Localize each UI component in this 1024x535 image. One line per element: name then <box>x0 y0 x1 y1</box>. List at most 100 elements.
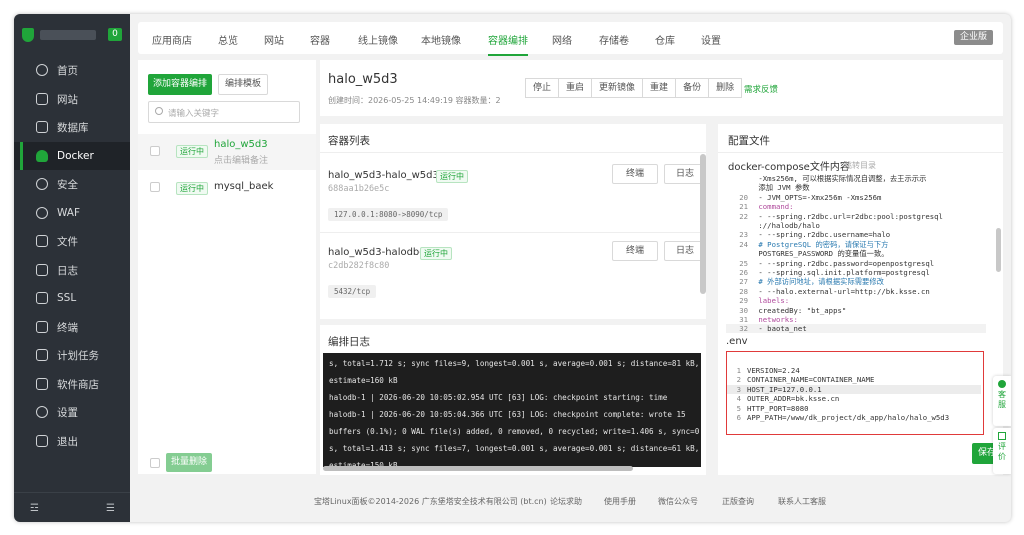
log-icon <box>36 264 48 276</box>
env-file-label: .env <box>726 336 748 347</box>
collapse-icon[interactable]: ☲ <box>30 503 39 514</box>
customer-service-button[interactable]: 客服 <box>993 376 1011 426</box>
footer-link-support[interactable]: 联系人工客服 <box>778 496 826 507</box>
line-text: - --spring.r2dbc.username=halo <box>754 230 891 240</box>
tab-2[interactable]: 网站 <box>264 32 284 47</box>
project-checkbox[interactable] <box>150 182 160 192</box>
sidebar-item-globe[interactable]: 网站 <box>14 85 130 113</box>
project-title: halo_w5d3 <box>328 72 398 87</box>
database-icon <box>36 121 48 133</box>
top-nav: 应用商店 总览 网站 容器 线上镜像 本地镜像 容器编排 网络 存储卷 仓库 设置 企业版 <box>138 22 1003 56</box>
scrollbar[interactable] <box>700 154 706 294</box>
editor-line: 23 - --spring.r2dbc.username=halo <box>726 230 890 239</box>
container-name[interactable]: halo_w5d3-halodb-1 <box>328 247 429 258</box>
batch-delete-button[interactable]: 批量删除 <box>166 453 212 472</box>
template-button[interactable]: 编排模板 <box>218 74 268 95</box>
log-terminal[interactable]: s, total=1.712 s; sync files=9, longest=… <box>323 353 701 467</box>
ssl-icon <box>36 292 48 304</box>
notification-badge[interactable]: 0 <box>108 28 122 41</box>
feedback-link[interactable]: 需求反馈 <box>744 83 778 95</box>
sidebar-item-apps[interactable]: 软件商店 <box>14 370 130 398</box>
footer-link-manual[interactable]: 使用手册 <box>604 496 636 507</box>
project-name[interactable]: mysql_baek <box>214 181 273 192</box>
tab-0[interactable]: 应用商店 <box>152 32 192 47</box>
action-button-0[interactable]: 停止 <box>525 78 560 98</box>
action-button-5[interactable]: 删除 <box>708 78 743 98</box>
terminal-button[interactable]: 终端 <box>612 241 658 261</box>
calendar-icon <box>36 349 48 361</box>
sidebar-item-database[interactable]: 数据库 <box>14 113 130 141</box>
terminal-button[interactable]: 终端 <box>612 164 658 184</box>
tab-7[interactable]: 网络 <box>552 32 572 47</box>
line-number: 27 <box>739 277 748 287</box>
tab-3[interactable]: 容器 <box>310 32 330 47</box>
log-line: s, total=1.712 s; sync files=9, longest=… <box>329 359 700 368</box>
action-button-1[interactable]: 重启 <box>558 78 593 98</box>
sidebar-item-folder[interactable]: 文件 <box>14 227 130 255</box>
env-editor[interactable]: 1 VERSION=2.24 2 CONTAINER_NAME=CONTAINER_N… <box>727 366 981 426</box>
line-text: createdBy: "bt_apps" <box>754 305 847 315</box>
project-name[interactable]: halo_w5d3 <box>214 139 268 150</box>
sidebar: 0 首页网站 数据库 Docker 安全 WAF 文件 日志 SSL 终端 计划任务 软件商店 设置退… <box>14 14 130 522</box>
compose-log-title: 编排日志 <box>328 336 370 348</box>
sidebar-item-waf[interactable]: WAF <box>14 199 130 227</box>
app-window: 0 首页 网站 数据库 Docker 安全 WAF 文件 日志 SSL 终端 计划任务 软件商店 设置退… <box>14 14 1011 522</box>
footer-link-forum[interactable]: 论坛求助 <box>550 496 582 507</box>
menu-icon[interactable]: ☰ <box>106 503 115 514</box>
tab-4[interactable]: 线上镜像 <box>358 32 398 47</box>
status-badge: 运行中 <box>176 182 208 195</box>
action-button-group: 停止 重启 更新镜像 重建 备份 删除 <box>525 78 743 98</box>
sidebar-item-log[interactable]: 日志 <box>14 256 130 284</box>
sidebar-item-gear[interactable]: 设置 <box>14 398 130 426</box>
sidebar-item-terminal[interactable]: 终端 <box>14 313 130 341</box>
editor-scrollbar[interactable] <box>996 228 1001 272</box>
tab-1[interactable]: 总览 <box>218 32 238 47</box>
container-name[interactable]: halo_w5d3-halo_w5d3-1 <box>328 170 449 181</box>
line-number: 24 <box>739 239 748 249</box>
review-button[interactable]: 评价 <box>993 428 1011 474</box>
tab-10[interactable]: 设置 <box>701 32 721 47</box>
line-text: # PostgreSQL 的密码，请保证与下方 <box>754 239 889 249</box>
enterprise-badge[interactable]: 企业版 <box>953 30 993 45</box>
select-all-checkbox[interactable] <box>150 458 160 468</box>
project-item[interactable]: 运行中 halo_w5d3 点击编辑备注 <box>138 134 316 170</box>
line-text: OUTER_ADDR=bk.ksse.cn <box>747 394 840 404</box>
log-horizontal-scrollbar[interactable] <box>323 466 633 471</box>
sidebar-item-docker[interactable]: Docker <box>14 142 130 170</box>
sidebar-item-ssl[interactable]: SSL <box>14 284 130 312</box>
sidebar-item-calendar[interactable]: 计划任务 <box>14 341 130 369</box>
server-name-redacted <box>40 30 96 40</box>
editor-line: 26 - --spring.sql.init.platform=postgres… <box>726 268 930 277</box>
project-item[interactable]: 运行中 mysql_baek <box>138 174 316 202</box>
container-id: c2db282f8c80 <box>328 261 390 271</box>
tab-6[interactable]: 容器编排 <box>488 32 528 56</box>
tab-8[interactable]: 存储卷 <box>599 32 629 47</box>
log-label: 日志 <box>675 169 694 179</box>
line-number: 28 <box>739 286 748 296</box>
tab-5[interactable]: 本地镜像 <box>421 32 461 47</box>
sidebar-item-home[interactable]: 首页 <box>14 56 130 84</box>
line-number: 32 <box>739 324 748 334</box>
env-highlight-box: 1 VERSION=2.24 2 CONTAINER_NAME=CONTAINER_N… <box>726 351 984 435</box>
project-note[interactable]: 点击编辑备注 <box>214 153 268 166</box>
project-checkbox[interactable] <box>150 146 160 156</box>
sidebar-item-label: 首页 <box>57 64 78 77</box>
jump-dir-link[interactable]: 跳转目录 <box>844 160 876 171</box>
container-list-panel: 容器列表 halo_w5d3-halo_w5d3-1 运行中 688aa1b26e5… <box>320 124 706 319</box>
sidebar-item-shield[interactable]: 安全 <box>14 170 130 198</box>
add-compose-button[interactable]: 添加容器编排 <box>148 74 212 95</box>
footer-link-license[interactable]: 正版查询 <box>722 496 754 507</box>
sidebar-item-label: 退出 <box>57 435 78 448</box>
action-button-4[interactable]: 备份 <box>675 78 710 98</box>
footer-link-wechat[interactable]: 微信公众号 <box>658 496 698 507</box>
action-button-3[interactable]: 重建 <box>642 78 677 98</box>
action-button-2[interactable]: 更新镜像 <box>591 78 644 98</box>
search-input[interactable]: 请输入关键字 <box>148 101 300 123</box>
env-line: 3 HOST_IP=127.0.0.1 <box>727 384 981 394</box>
editor-line: ://halodb/halo <box>726 221 820 230</box>
compose-editor[interactable]: -Xms256m, 可以根据实际情况自调整，去王示示示 添加 JVM 参数 20 … <box>726 174 996 334</box>
sidebar-item-logout[interactable]: 退出 <box>14 427 130 455</box>
line-text: ://halodb/halo <box>754 221 820 230</box>
tab-9[interactable]: 仓库 <box>655 32 675 47</box>
line-text: VERSION=2.24 <box>747 366 800 375</box>
